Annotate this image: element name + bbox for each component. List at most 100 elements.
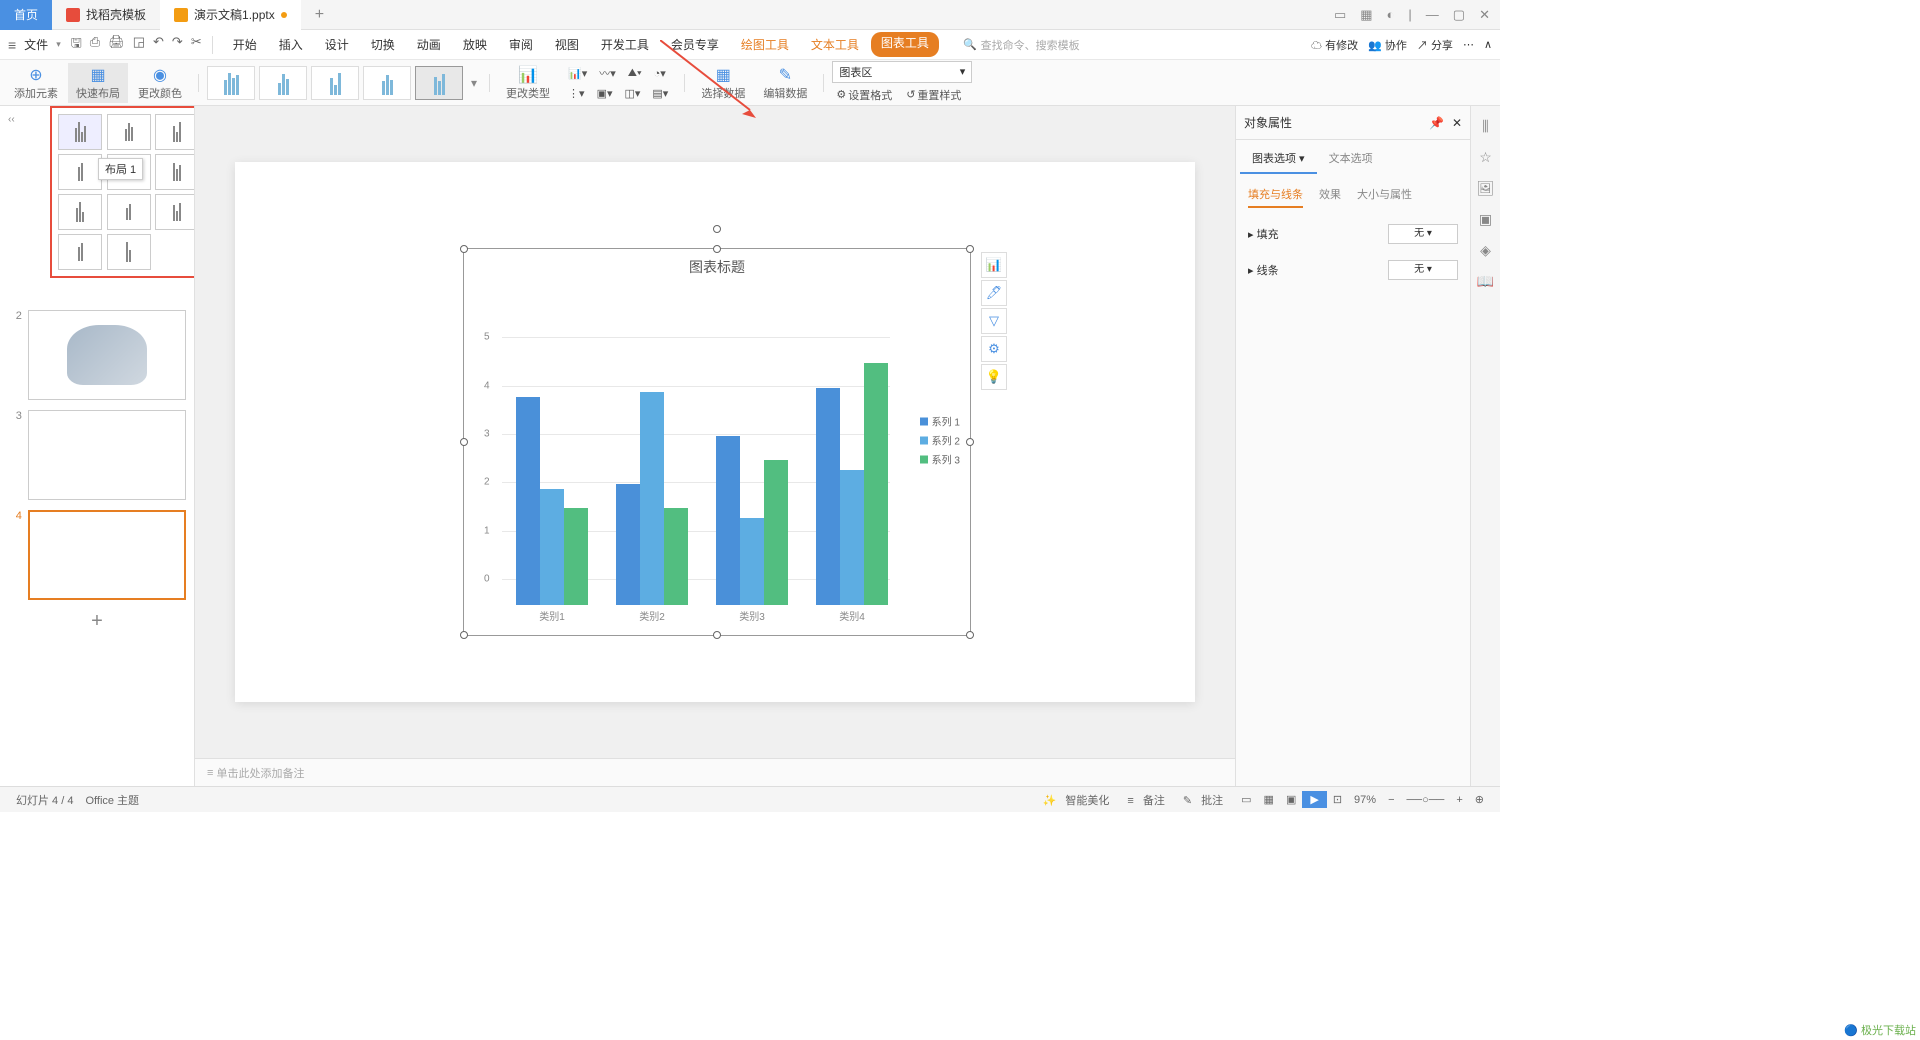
handle-bm[interactable]	[713, 631, 721, 639]
redo-icon[interactable]: ↷	[172, 34, 183, 56]
tab-text-tools[interactable]: 文本工具	[801, 32, 869, 57]
prop-tab-chart[interactable]: 图表选项 ▾	[1240, 144, 1317, 174]
layout-6[interactable]	[155, 154, 195, 190]
slide[interactable]: 图表标题 012345类别1类别2类别3类别4 系列 1系列 2系列 3 📊 🖊…	[235, 162, 1195, 702]
view-reading-icon[interactable]: ▣	[1280, 793, 1302, 806]
play-button[interactable]: ▶	[1302, 791, 1326, 808]
other2-icon[interactable]: ◫▾	[620, 85, 644, 102]
chart-object[interactable]: 图表标题 012345类别1类别2类别3类别4 系列 1系列 2系列 3	[463, 248, 971, 636]
fill-select[interactable]: 无 ▾	[1388, 224, 1458, 244]
handle-tm[interactable]	[713, 245, 721, 253]
tab-new[interactable]: +	[301, 0, 338, 30]
layout-3[interactable]	[155, 114, 195, 150]
add-element-button[interactable]: ⊕添加元素	[6, 63, 66, 103]
pin-icon[interactable]: 📌	[1429, 116, 1444, 130]
tab-insert[interactable]: 插入	[269, 32, 313, 57]
style-5[interactable]	[415, 66, 463, 100]
layout-4[interactable]	[58, 154, 102, 190]
area-icon[interactable]: ⛰▾	[624, 63, 646, 83]
close-panel-icon[interactable]: ✕	[1452, 116, 1462, 130]
handle-tl[interactable]	[460, 245, 468, 253]
zoom-level[interactable]: 97%	[1348, 794, 1382, 806]
sidebar-book-icon[interactable]: 📖	[1477, 273, 1494, 290]
scatter-icon[interactable]: ⋮▾	[564, 85, 589, 102]
tab-review[interactable]: 审阅	[499, 32, 543, 57]
chart-filter-icon[interactable]: ▽	[981, 308, 1007, 334]
layout-7[interactable]	[58, 194, 102, 230]
layout-switch-icon[interactable]: ▭	[1334, 7, 1346, 23]
chart-styles-icon[interactable]: 🖊	[981, 280, 1007, 306]
sidebar-image-icon[interactable]: 🖼	[1477, 180, 1495, 197]
close-icon[interactable]: ✕	[1479, 7, 1490, 23]
view-sorter-icon[interactable]: ▦	[1258, 793, 1280, 806]
layout-9[interactable]	[155, 194, 195, 230]
tab-transition[interactable]: 切换	[361, 32, 405, 57]
set-format-button[interactable]: ⚙ 设置格式	[832, 85, 896, 105]
slide-4[interactable]: 4	[8, 510, 186, 600]
quick-layout-button[interactable]: ▦快速布局	[68, 63, 128, 103]
line-select[interactable]: 无 ▾	[1388, 260, 1458, 280]
share-button[interactable]: ↗ 分享	[1417, 37, 1453, 53]
file-menu[interactable]: 文件	[20, 36, 52, 53]
subtab-size[interactable]: 大小与属性	[1357, 186, 1412, 208]
comment-button[interactable]: ✎ 批注	[1177, 792, 1235, 808]
style-2[interactable]	[259, 66, 307, 100]
search-command[interactable]: 🔍查找命令、搜索模板	[963, 37, 1080, 53]
tab-view[interactable]: 视图	[545, 32, 589, 57]
tab-template[interactable]: 找稻壳模板	[52, 0, 160, 30]
tab-slideshow[interactable]: 放映	[453, 32, 497, 57]
chart-settings-icon[interactable]: ⚙	[981, 336, 1007, 362]
chart-tip-icon[interactable]: 💡	[981, 364, 1007, 390]
handle-br[interactable]	[966, 631, 974, 639]
hamburger-icon[interactable]: ≡	[8, 37, 16, 53]
handle-mr[interactable]	[966, 438, 974, 446]
change-type-button[interactable]: 📊更改类型	[498, 63, 558, 103]
collapse-ribbon-icon[interactable]: ∧	[1484, 38, 1492, 51]
minimize-icon[interactable]: —	[1426, 7, 1439, 23]
tab-home[interactable]: 首页	[0, 0, 52, 30]
style-4[interactable]	[363, 66, 411, 100]
sidebar-share-icon[interactable]: ☆	[1479, 149, 1492, 166]
export-icon[interactable]: ⎙	[90, 34, 100, 56]
coop-button[interactable]: 👥 协作	[1368, 37, 1407, 53]
cut-icon[interactable]: ✂	[191, 34, 202, 56]
tab-doc[interactable]: 演示文稿1.pptx	[160, 0, 301, 30]
sidebar-tag-icon[interactable]: ◈	[1480, 242, 1491, 259]
reset-style-button[interactable]: ↺ 重置样式	[902, 85, 965, 105]
change-color-button[interactable]: ◉更改颜色	[130, 63, 190, 103]
bar-icon[interactable]: 📊▾	[564, 63, 591, 83]
layout-8[interactable]	[107, 194, 151, 230]
slide-3[interactable]: 3	[8, 410, 186, 500]
prop-tab-text[interactable]: 文本选项	[1317, 144, 1385, 174]
avatar-icon[interactable]: ◐	[1387, 7, 1395, 23]
print-icon[interactable]: 🖨	[108, 34, 125, 56]
notes-pane[interactable]: ≡ 单击此处添加备注	[195, 758, 1235, 786]
undo-icon[interactable]: ↶	[153, 34, 164, 56]
other1-icon[interactable]: ▣▾	[593, 85, 617, 102]
changes-button[interactable]: ☁ 有修改	[1311, 37, 1358, 53]
slide-2[interactable]: 2	[8, 310, 186, 400]
apps-icon[interactable]: ▦	[1360, 7, 1372, 23]
handle-ml[interactable]	[460, 438, 468, 446]
more-icon[interactable]: ⋯	[1463, 38, 1474, 51]
remark-button[interactable]: ≡ 备注	[1121, 792, 1176, 808]
zoom-out-icon[interactable]: −	[1382, 794, 1400, 806]
style-3[interactable]	[311, 66, 359, 100]
layout-2[interactable]	[107, 114, 151, 150]
line-icon[interactable]: 〰▾	[595, 63, 620, 83]
tab-chart-tools[interactable]: 图表工具	[871, 32, 939, 57]
view-normal-icon[interactable]: ▭	[1235, 793, 1257, 806]
layout-11[interactable]	[107, 234, 151, 270]
tab-animation[interactable]: 动画	[407, 32, 451, 57]
layout-10[interactable]	[58, 234, 102, 270]
subtab-effect[interactable]: 效果	[1319, 186, 1341, 208]
tab-start[interactable]: 开始	[223, 32, 267, 57]
chart-elements-icon[interactable]: 📊	[981, 252, 1007, 278]
new-slide-button[interactable]: +	[8, 610, 186, 633]
gallery-more-icon[interactable]: ▾	[467, 76, 481, 90]
zoom-slider[interactable]: ──○──	[1401, 794, 1451, 806]
tab-dev[interactable]: 开发工具	[591, 32, 659, 57]
save-icon[interactable]: 🖫	[71, 34, 82, 56]
preview-icon[interactable]: ◲	[133, 34, 145, 56]
zoom-in-icon[interactable]: +	[1450, 794, 1468, 806]
